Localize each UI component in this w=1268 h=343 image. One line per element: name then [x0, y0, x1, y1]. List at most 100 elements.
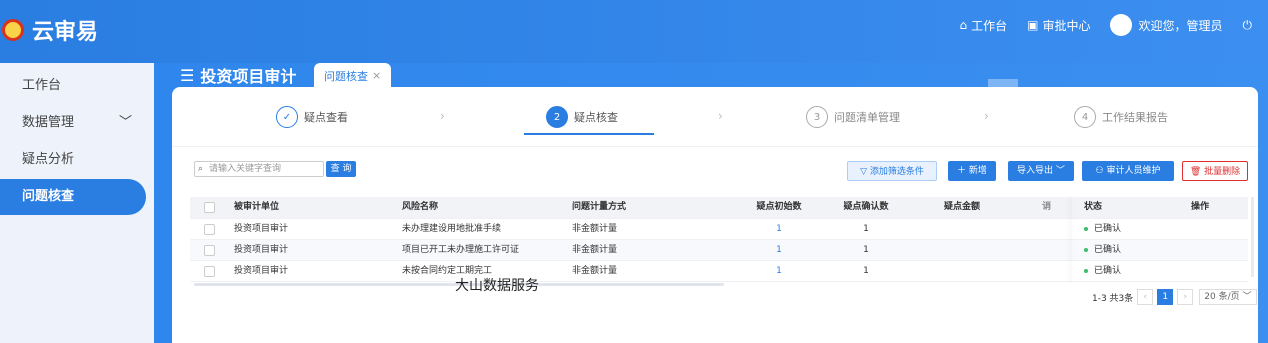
brand-logo[interactable]: 云审易: [2, 14, 98, 46]
search-placeholder: 请输入关键字查询: [209, 164, 282, 174]
cell-risk: 项目已开工未办理施工许可证: [402, 245, 520, 255]
menu-list-icon: ☰: [180, 65, 195, 85]
pagination-summary: 1-3 共3条: [1092, 293, 1134, 304]
step-label: 疑点核查: [574, 111, 618, 124]
tab-issue-check[interactable]: 问题核查 ×: [314, 63, 392, 88]
top-nav: ⌂ 工作台 ▣ 审批中心 欢迎您，管理员 ⏻: [939, 14, 1252, 36]
col-header-truncated: 诮: [1042, 202, 1052, 212]
cell-method: 非金额计量: [572, 224, 618, 234]
add-filter-button[interactable]: ▽ 添加筛选条件: [847, 161, 937, 181]
status-dot: [1084, 247, 1088, 252]
step-4[interactable]: 4 工作结果报告: [1074, 106, 1168, 128]
cell-confirmed-count: 1: [863, 224, 869, 234]
content-panel: ✓ 疑点查看 › 2 疑点核查 › 3 问题清单管理 › 4 工作结果报告 ⌕ 请输入关键…: [172, 87, 1258, 343]
batch-delete-button[interactable]: 🗑 批量删除: [1182, 161, 1248, 181]
page-size-label: 20 条/页: [1204, 292, 1240, 302]
step-label: 疑点查看: [304, 111, 348, 124]
active-step-indicator: [524, 133, 654, 135]
sidebar-item-data-management[interactable]: 数据管理 ﹀: [0, 105, 154, 141]
cell-method: 非金额计量: [572, 245, 618, 255]
row-checkbox[interactable]: [204, 224, 215, 235]
nav-workbench-label: 工作台: [971, 18, 1008, 33]
col-header-unit[interactable]: 被审计单位: [234, 197, 279, 218]
search-input[interactable]: ⌕ 请输入关键字查询: [194, 161, 324, 177]
row-checkbox[interactable]: [204, 245, 215, 256]
page-title-text: 投资项目审计: [200, 67, 297, 86]
cell-status: 已确认: [1084, 240, 1121, 261]
plus-icon: ＋: [957, 166, 969, 176]
import-export-label: 导入导出: [1017, 166, 1054, 176]
check-icon: ✓: [276, 106, 298, 128]
watermark-text: 大山数据服务: [455, 278, 539, 294]
status-text: 已确认: [1094, 266, 1122, 276]
pagination: 1-3 共3条 ‹ 1 › 20 条/页 ﹀: [1092, 289, 1257, 305]
issue-table: 被审计单位 风险名称 问题计量方式 疑点初始数 疑点确认数 疑点金额 诮 状态 …: [190, 197, 1248, 282]
trash-icon: 🗑: [1189, 167, 1205, 177]
cell-status: 已确认: [1084, 219, 1121, 240]
table-header-row: 被审计单位 风险名称 问题计量方式 疑点初始数 疑点确认数 疑点金额 诮 状态 …: [190, 197, 1248, 219]
search-button[interactable]: 查 询: [326, 161, 356, 177]
user-menu[interactable]: 欢迎您，管理员: [1110, 14, 1223, 36]
cell-confirmed-count: 1: [863, 245, 869, 255]
sidebar-item-label: 问题核查: [22, 189, 75, 204]
welcome-text: 欢迎您，管理员: [1138, 18, 1223, 33]
step-label: 工作结果报告: [1102, 111, 1168, 124]
step-1[interactable]: ✓ 疑点查看: [276, 106, 348, 128]
col-header-confirmed-count[interactable]: 疑点确认数: [822, 197, 910, 218]
col-header-amount[interactable]: 疑点金额: [912, 197, 1012, 218]
cell-confirmed-count: 1: [863, 266, 869, 276]
next-page-button[interactable]: ›: [1177, 289, 1194, 305]
vertical-scrollbar[interactable]: [1251, 197, 1254, 277]
add-button[interactable]: ＋ 新增: [948, 161, 996, 181]
prev-page-button[interactable]: ‹: [1137, 289, 1154, 305]
step-bar: ✓ 疑点查看 › 2 疑点核查 › 3 问题清单管理 › 4 工作结果报告: [172, 87, 1258, 147]
nav-workbench[interactable]: ⌂ 工作台: [959, 17, 1007, 34]
sidebar-item-workbench[interactable]: 工作台: [0, 68, 154, 104]
col-header-status[interactable]: 状态: [1084, 197, 1102, 218]
add-label: 新增: [968, 166, 987, 176]
sidebar-item-label: 数据管理: [22, 115, 75, 130]
sidebar-item-suspicion-analysis[interactable]: 疑点分析: [0, 142, 154, 178]
import-export-button[interactable]: 导入导出 ﹀: [1008, 161, 1074, 181]
page-button-current[interactable]: 1: [1157, 289, 1174, 305]
cell-method: 非金额计量: [572, 266, 618, 276]
step-2[interactable]: 2 疑点核查: [546, 106, 618, 128]
cell-risk: 未办理建设用地批准手续: [402, 224, 502, 234]
col-header-method[interactable]: 问题计量方式: [572, 197, 626, 218]
select-all-checkbox[interactable]: [204, 202, 215, 213]
add-filter-label: 添加筛选条件: [869, 167, 924, 177]
step-3[interactable]: 3 问题清单管理: [806, 106, 900, 128]
row-checkbox[interactable]: [204, 266, 215, 277]
table-row[interactable]: 投资项目审计 未办理建设用地批准手续 非金额计量 1 1 已确认: [190, 219, 1248, 240]
status-text: 已确认: [1094, 245, 1122, 255]
close-icon[interactable]: ×: [372, 69, 381, 82]
search-icon: ⌕: [198, 164, 204, 174]
status-dot: [1084, 226, 1088, 231]
step-number: 3: [806, 106, 828, 128]
cell-initial-count-link[interactable]: 1: [738, 240, 820, 261]
users-icon: ⚇: [1095, 166, 1107, 176]
table-row[interactable]: 投资项目审计 未按合同约定工期完工 非金额计量 1 1 已确认: [190, 261, 1248, 282]
toolbar: ⌕ 请输入关键字查询 查 询 ▽ 添加筛选条件 ＋ 新增 导入导出 ﹀ ⚇ 审计人…: [172, 159, 1258, 185]
auditor-maintenance-button[interactable]: ⚇ 审计人员维护: [1082, 161, 1174, 181]
col-header-initial-count[interactable]: 疑点初始数: [738, 197, 820, 218]
cell-initial-count-link[interactable]: 1: [738, 261, 820, 282]
chevron-down-icon: ﹀: [1053, 166, 1065, 176]
logout-button[interactable]: ⏻: [1243, 18, 1253, 33]
step-label: 问题清单管理: [834, 111, 900, 124]
col-header-risk[interactable]: 风险名称: [402, 197, 438, 218]
table-row[interactable]: 投资项目审计 项目已开工未办理施工许可证 非金额计量 1 1 已确认: [190, 240, 1248, 261]
avatar: [1110, 14, 1133, 36]
nav-approval-label: 审批中心: [1042, 18, 1091, 33]
cell-unit: 投资项目审计: [234, 266, 289, 276]
sidebar-item-issue-check[interactable]: 问题核查: [0, 179, 146, 215]
cell-initial-count-link[interactable]: 1: [738, 219, 820, 240]
fixed-column-shadow: [1072, 197, 1073, 283]
cell-status: 已确认: [1084, 261, 1121, 282]
page-size-select[interactable]: 20 条/页 ﹀: [1199, 289, 1257, 305]
nav-approval-center[interactable]: ▣ 审批中心: [1027, 17, 1090, 34]
chevron-right-icon: ›: [718, 109, 723, 123]
sidebar-item-label: 疑点分析: [22, 152, 75, 167]
step-number: 2: [546, 106, 568, 128]
auditor-label: 审计人员维护: [1106, 166, 1161, 176]
